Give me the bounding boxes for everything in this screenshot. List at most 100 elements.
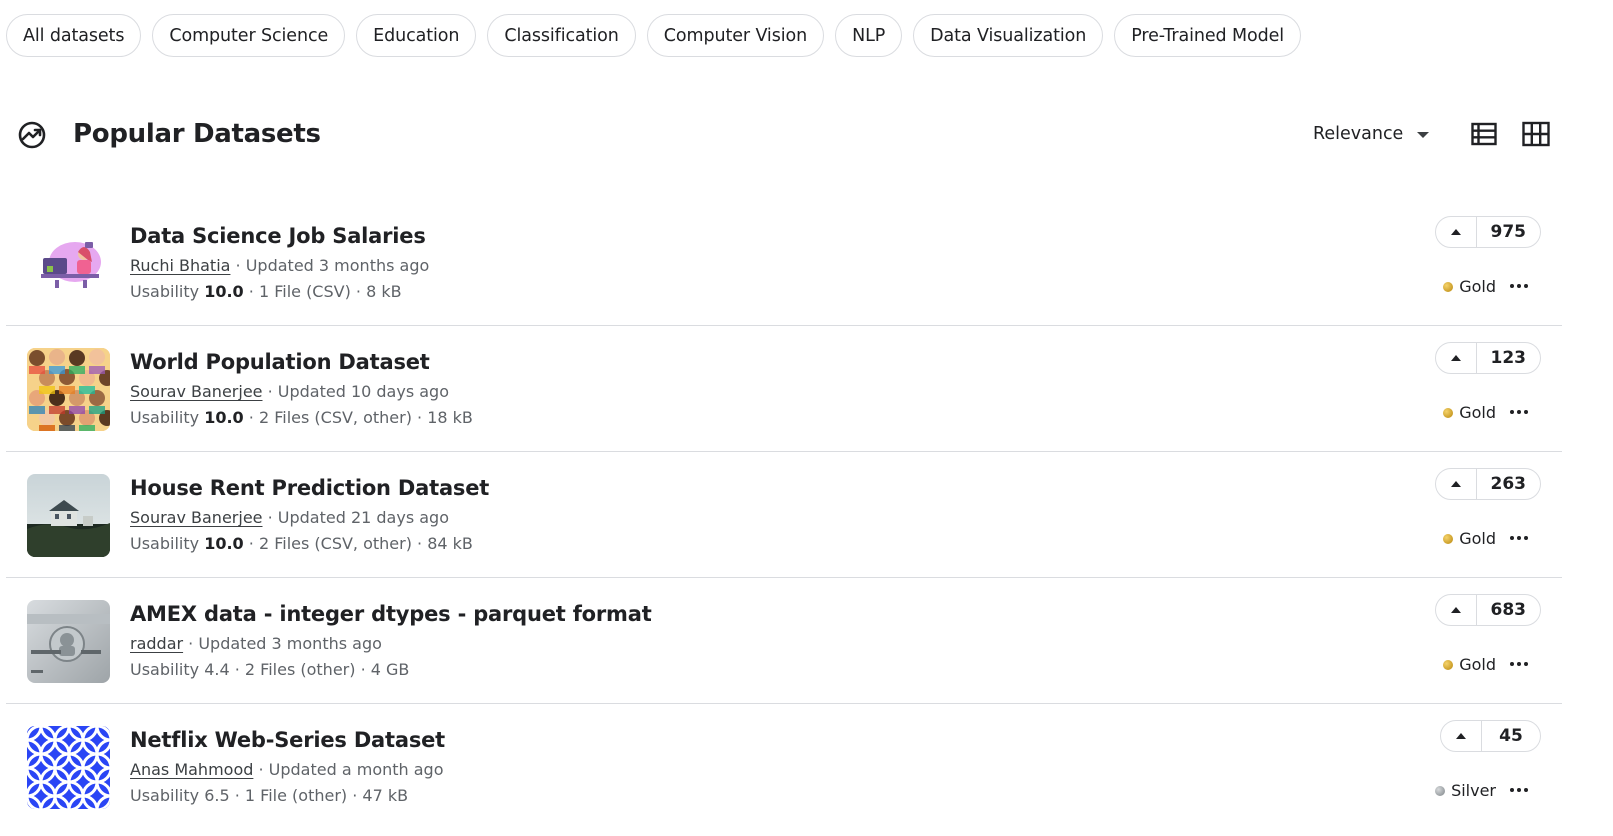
upvote-button[interactable] — [1436, 217, 1477, 247]
medal-badge: Gold — [1443, 277, 1496, 296]
arrow-up-icon — [1456, 733, 1466, 739]
vote-widget: 683 — [1434, 594, 1541, 626]
author-link[interactable]: Anas Mahmood — [130, 760, 253, 779]
dataset-thumbnail — [27, 726, 110, 809]
dataset-title[interactable]: World Population Dataset — [130, 350, 430, 374]
usability-label: Usability — [130, 660, 200, 679]
chip-pre-trained-model[interactable]: Pre-Trained Model — [1114, 14, 1302, 57]
files-info: · 1 File (other) · 47 kB — [234, 786, 409, 805]
medal-icon — [1435, 785, 1446, 796]
chip-nlp[interactable]: NLP — [835, 14, 903, 57]
sort-dropdown[interactable]: Relevance — [1313, 124, 1430, 144]
usability-label: Usability — [130, 534, 200, 553]
list-item[interactable]: Netflix Web-Series Dataset Anas Mahmood … — [6, 704, 1562, 830]
dataset-thumbnail — [27, 348, 110, 431]
dataset-meta: Ruchi Bhatia · Updated 3 months ago — [130, 256, 429, 275]
arrow-up-icon — [1450, 607, 1461, 613]
updated-text: · Updated 10 days ago — [267, 382, 449, 401]
medal-label: Gold — [1459, 529, 1496, 548]
vote-widget: 975 — [1434, 216, 1541, 248]
dataset-title[interactable]: AMEX data - integer dtypes - parquet for… — [130, 602, 652, 626]
medal-label: Gold — [1459, 403, 1496, 422]
list-item[interactable]: AMEX data - integer dtypes - parquet for… — [6, 578, 1562, 704]
upvote-button[interactable] — [1441, 721, 1482, 751]
medal-icon — [1443, 659, 1454, 670]
category-chips: All datasets Computer Science Education … — [6, 14, 1302, 57]
section-header: Popular Datasets Relevance — [16, 112, 1613, 158]
dataset-meta: Sourav Banerjee · Updated 10 days ago — [130, 382, 449, 401]
list-item[interactable]: World Population Dataset Sourav Banerjee… — [6, 326, 1562, 452]
list-item[interactable]: Data Science Job Salaries Ruchi Bhatia ·… — [6, 200, 1562, 326]
usability-label: Usability — [130, 408, 200, 427]
arrow-up-icon — [1450, 481, 1461, 487]
arrow-up-icon — [1450, 229, 1461, 235]
dataset-info: Usability 10.0 · 1 File (CSV) · 8 kB — [130, 282, 402, 301]
medal-badge: Gold — [1443, 655, 1496, 674]
medal-label: Silver — [1451, 781, 1496, 800]
vote-count: 45 — [1499, 726, 1523, 746]
dataset-meta: Sourav Banerjee · Updated 21 days ago — [130, 508, 449, 527]
files-info: · 1 File (CSV) · 8 kB — [248, 282, 402, 301]
dataset-info: Usability 6.5 · 1 File (other) · 47 kB — [130, 786, 408, 805]
grid-view-icon[interactable] — [1522, 121, 1550, 147]
more-options-icon[interactable] — [1510, 284, 1528, 288]
files-info: · 2 Files (other) · 4 GB — [234, 660, 410, 679]
chip-data-visualization[interactable]: Data Visualization — [913, 14, 1104, 57]
dataset-info: Usability 10.0 · 2 Files (CSV, other) · … — [130, 534, 473, 553]
updated-text: · Updated 21 days ago — [267, 508, 449, 527]
medal-badge: Gold — [1443, 529, 1496, 548]
dataset-thumbnail — [27, 600, 110, 683]
medal-label: Gold — [1459, 277, 1496, 296]
dataset-thumbnail — [27, 474, 110, 557]
vote-count: 123 — [1490, 348, 1527, 368]
arrow-up-icon — [1450, 355, 1461, 361]
medal-badge: Gold — [1443, 403, 1496, 422]
page-title: Popular Datasets — [73, 119, 321, 149]
sort-label: Relevance — [1313, 124, 1404, 144]
author-link[interactable]: raddar — [130, 634, 183, 653]
usability-label: Usability — [130, 282, 200, 301]
vote-count: 263 — [1490, 474, 1527, 494]
author-link[interactable]: Sourav Banerjee — [130, 382, 263, 401]
more-options-icon[interactable] — [1510, 536, 1528, 540]
dataset-thumbnail — [27, 222, 110, 305]
chip-classification[interactable]: Classification — [487, 14, 636, 57]
dataset-title[interactable]: Netflix Web-Series Dataset — [130, 728, 445, 752]
chip-all-datasets[interactable]: All datasets — [6, 14, 142, 57]
medal-icon — [1443, 407, 1454, 418]
trending-icon — [18, 121, 46, 149]
upvote-button[interactable] — [1436, 469, 1477, 499]
chip-computer-vision[interactable]: Computer Vision — [646, 14, 825, 57]
updated-text: · Updated 3 months ago — [188, 634, 382, 653]
dataset-meta: raddar · Updated 3 months ago — [130, 634, 382, 653]
usability-score: 4.4 — [204, 660, 230, 679]
medal-icon — [1443, 281, 1454, 292]
updated-text: · Updated 3 months ago — [235, 256, 430, 275]
more-options-icon[interactable] — [1510, 410, 1528, 414]
more-options-icon[interactable] — [1510, 662, 1528, 666]
more-options-icon[interactable] — [1510, 788, 1528, 792]
dataset-title[interactable]: House Rent Prediction Dataset — [130, 476, 489, 500]
dataset-list: Data Science Job Salaries Ruchi Bhatia ·… — [6, 200, 1562, 830]
dataset-title[interactable]: Data Science Job Salaries — [130, 224, 426, 248]
files-info: · 2 Files (CSV, other) · 18 kB — [248, 408, 473, 427]
chip-computer-science[interactable]: Computer Science — [152, 14, 346, 57]
caret-down-icon — [1417, 132, 1430, 138]
medal-icon — [1443, 533, 1454, 544]
vote-widget: 45 — [1440, 720, 1541, 752]
vote-count: 683 — [1490, 600, 1527, 620]
upvote-button[interactable] — [1436, 343, 1477, 373]
files-info: · 2 Files (CSV, other) · 84 kB — [248, 534, 473, 553]
usability-score: 6.5 — [204, 786, 230, 805]
author-link[interactable]: Sourav Banerjee — [130, 508, 263, 527]
vote-widget: 263 — [1434, 468, 1541, 500]
author-link[interactable]: Ruchi Bhatia — [130, 256, 230, 275]
dataset-info: Usability 4.4 · 2 Files (other) · 4 GB — [130, 660, 409, 679]
vote-count: 975 — [1490, 222, 1527, 242]
list-view-icon[interactable] — [1471, 122, 1497, 146]
dataset-meta: Anas Mahmood · Updated a month ago — [130, 760, 444, 779]
chip-education[interactable]: Education — [356, 14, 477, 57]
dataset-info: Usability 10.0 · 2 Files (CSV, other) · … — [130, 408, 473, 427]
list-item[interactable]: House Rent Prediction Dataset Sourav Ban… — [6, 452, 1562, 578]
upvote-button[interactable] — [1436, 595, 1477, 625]
